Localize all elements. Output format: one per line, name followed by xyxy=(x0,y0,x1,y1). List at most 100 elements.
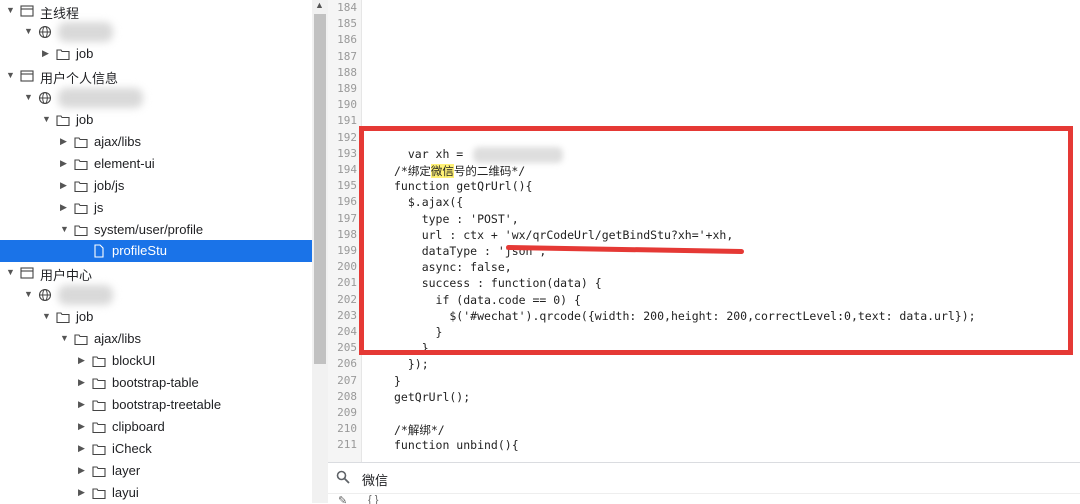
search-bar xyxy=(328,462,1080,494)
folder-icon xyxy=(74,157,88,171)
frame-icon xyxy=(20,266,34,280)
tree-item-layui[interactable]: ▶ layui xyxy=(0,482,312,503)
tree-item-icheck[interactable]: ▶ iCheck xyxy=(0,438,312,460)
sources-tree: ▼ 主线程 ▼ ▶ job ▼ 用户个人信息 ▼ ▼ job ▶ ajax/libs ▶ element-… xyxy=(0,0,312,503)
folder-icon xyxy=(92,376,106,390)
collapse-arrow-icon[interactable]: ▶ xyxy=(78,421,85,432)
tree-item-label: js xyxy=(94,200,104,215)
expand-arrow-icon[interactable]: ▼ xyxy=(42,114,51,124)
folder-icon xyxy=(74,332,88,346)
search-input[interactable] xyxy=(360,468,864,490)
line-number: 194 xyxy=(337,163,357,176)
line-number: 208 xyxy=(337,389,357,403)
tree-item--[interactable]: ▼ 主线程 xyxy=(0,0,312,22)
line-number: 209 xyxy=(337,406,357,419)
tree-item-label: blockUI xyxy=(112,353,156,368)
collapse-arrow-icon[interactable]: ▶ xyxy=(78,443,85,454)
tree-item-origin[interactable]: ▼ xyxy=(0,284,312,306)
expand-arrow-icon[interactable]: ▼ xyxy=(60,224,69,234)
scroll-up-icon[interactable]: ▲ xyxy=(315,0,324,10)
collapse-arrow-icon[interactable]: ▶ xyxy=(78,465,85,476)
tree-item--[interactable]: ▼ 用户中心 xyxy=(0,262,312,284)
tree-item-origin[interactable]: ▼ xyxy=(0,87,312,109)
code-line: /*解绑*/ xyxy=(394,423,445,438)
tree-item-label: ajax/libs xyxy=(94,134,141,149)
tree-item-label: layer xyxy=(112,463,141,478)
folder-icon xyxy=(92,398,106,412)
tree-item-job[interactable]: ▼ job xyxy=(0,306,312,328)
collapse-arrow-icon[interactable]: ▶ xyxy=(78,399,85,410)
line-number-gutter: 184 185 186 187 188 189 190 191 192 193 194 195 196 1… xyxy=(328,0,362,462)
folder-icon xyxy=(56,113,70,127)
tree-item-label: 用户个人信息 xyxy=(40,71,119,86)
line-number: 201 xyxy=(337,276,357,290)
collapse-arrow-icon[interactable]: ▶ xyxy=(60,202,67,213)
line-number: 207 xyxy=(337,373,357,387)
tree-item-label: job xyxy=(76,112,94,127)
collapse-arrow-icon[interactable]: ▶ xyxy=(78,487,85,498)
tree-item-system-user-profile[interactable]: ▼ system/user/profile xyxy=(0,219,312,241)
tree-item-origin[interactable]: ▼ xyxy=(0,21,312,43)
collapse-arrow-icon[interactable]: ▶ xyxy=(78,377,85,388)
expand-arrow-icon[interactable]: ▼ xyxy=(6,70,15,80)
tree-item--[interactable]: ▼ 用户个人信息 xyxy=(0,65,312,87)
line-number: 202 xyxy=(337,292,357,306)
line-number: 191 xyxy=(337,114,357,128)
expand-arrow-icon[interactable]: ▼ xyxy=(24,26,33,36)
tree-item-job-js[interactable]: ▶ job/js xyxy=(0,175,312,197)
tree-item-layer[interactable]: ▶ layer xyxy=(0,460,312,482)
annotation-box xyxy=(359,126,1073,355)
globe-icon xyxy=(38,288,52,302)
tree-item-blockui[interactable]: ▶ blockUI xyxy=(0,350,312,372)
tree-item-ajax-libs[interactable]: ▶ ajax/libs xyxy=(0,131,312,153)
code-line: getQrUrl(); xyxy=(394,389,471,404)
expand-arrow-icon[interactable]: ▼ xyxy=(60,333,69,343)
tree-item-bootstrap-table[interactable]: ▶ bootstrap-table xyxy=(0,372,312,394)
expand-arrow-icon[interactable]: ▼ xyxy=(6,5,15,15)
tree-item-label: clipboard xyxy=(112,419,165,434)
tree-item-label: ajax/libs xyxy=(94,331,141,346)
folder-icon xyxy=(92,486,106,500)
line-number: 190 xyxy=(337,98,357,112)
tree-item-label: layui xyxy=(112,485,139,500)
line-number: 192 xyxy=(337,130,357,144)
tree-item-label: 用户中心 xyxy=(40,268,93,283)
tree-item-label: job xyxy=(76,309,94,324)
collapse-arrow-icon[interactable]: ▶ xyxy=(60,158,67,169)
tree-item-element-ui[interactable]: ▶ element-ui xyxy=(0,153,312,175)
code-line: } xyxy=(394,373,401,388)
frame-icon xyxy=(20,4,34,18)
line-number: 184 xyxy=(337,1,357,14)
tree-item-job[interactable]: ▼ job xyxy=(0,109,312,131)
redacted-origin xyxy=(58,22,113,42)
collapse-arrow-icon[interactable]: ▶ xyxy=(78,355,85,366)
tree-scrollbar[interactable]: ▲ xyxy=(312,0,328,503)
line-number: 203 xyxy=(337,308,357,322)
expand-arrow-icon[interactable]: ▼ xyxy=(24,289,33,299)
tree-item-label: job xyxy=(76,46,94,61)
line-number: 211 xyxy=(337,438,357,452)
tree-item-job[interactable]: ▶ job xyxy=(0,43,312,65)
collapse-arrow-icon[interactable]: ▶ xyxy=(60,136,67,147)
tree-item-label: profileStu xyxy=(112,243,167,258)
collapse-arrow-icon[interactable]: ▶ xyxy=(42,48,49,59)
line-number: 185 xyxy=(337,17,357,31)
folder-icon xyxy=(92,442,106,456)
expand-arrow-icon[interactable]: ▼ xyxy=(6,267,15,277)
tree-item-ajax-libs[interactable]: ▼ ajax/libs xyxy=(0,328,312,350)
line-number: 210 xyxy=(337,422,357,436)
line-number: 187 xyxy=(337,49,357,63)
tree-item-bootstrap-treetable[interactable]: ▶ bootstrap-treetable xyxy=(0,394,312,416)
folder-icon xyxy=(74,135,88,149)
tree-item-clipboard[interactable]: ▶ clipboard xyxy=(0,416,312,438)
expand-arrow-icon[interactable]: ▼ xyxy=(24,92,33,102)
expand-arrow-icon[interactable]: ▼ xyxy=(42,311,51,321)
tree-item-label: system/user/profile xyxy=(94,222,204,237)
line-number: 186 xyxy=(337,33,357,47)
folder-icon xyxy=(56,47,70,61)
tree-item-profilestu[interactable]: profileStu xyxy=(0,240,312,262)
folder-icon xyxy=(92,420,106,434)
tree-item-js[interactable]: ▶ js xyxy=(0,197,312,219)
collapse-arrow-icon[interactable]: ▶ xyxy=(60,180,67,191)
scrollbar-thumb[interactable] xyxy=(314,14,326,364)
